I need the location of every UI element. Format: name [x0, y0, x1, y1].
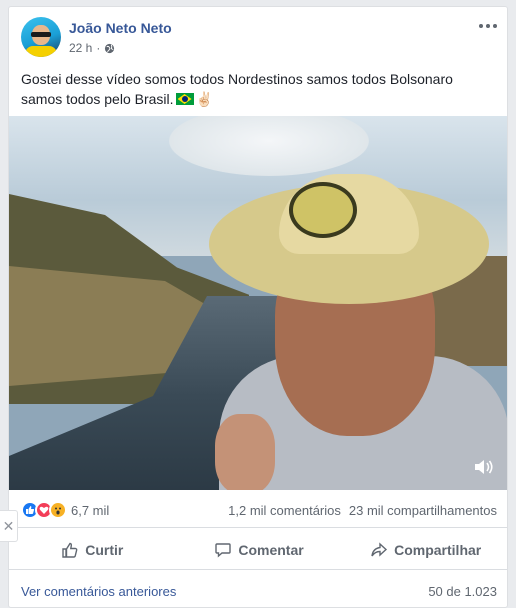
brazil-flag-icon	[175, 93, 194, 105]
like-label: Curtir	[85, 541, 124, 558]
reaction-count: 6,7 mil	[71, 502, 110, 518]
volume-icon[interactable]	[473, 458, 495, 476]
close-icon[interactable]: ✕	[0, 510, 18, 542]
like-button[interactable]: Curtir	[9, 530, 176, 569]
video-player[interactable]	[9, 116, 507, 490]
wow-reaction-icon	[49, 501, 67, 519]
post-text: Gostei desse vídeo somos todos Nordestin…	[9, 69, 507, 115]
reactions-summary[interactable]: 6,7 mil	[21, 501, 109, 519]
previous-comments-link[interactable]: Ver comentários anteriores	[21, 584, 176, 599]
post-stats: 6,7 mil 1,2 mil comentários 23 mil compa…	[9, 490, 507, 528]
globe-icon[interactable]	[104, 43, 115, 54]
author-name[interactable]: João Neto Neto	[69, 20, 172, 36]
share-button[interactable]: Compartilhar	[342, 530, 507, 569]
comment-button[interactable]: Comentar	[176, 530, 343, 569]
shares-count[interactable]: 23 mil compartilhamentos	[349, 503, 497, 518]
comments-footer: Ver comentários anteriores 50 de 1.023	[9, 580, 507, 604]
post-card: João Neto Neto 22 h · Gostei desse vídeo…	[8, 6, 508, 608]
post-meta: 22 h ·	[69, 41, 115, 55]
comment-icon	[215, 542, 232, 558]
avatar[interactable]	[21, 17, 61, 57]
share-label: Compartilhar	[394, 541, 482, 558]
comment-label: Comentar	[238, 541, 304, 558]
post-text-body: Gostei desse vídeo somos todos Nordestin…	[21, 71, 453, 107]
post-header: João Neto Neto 22 h ·	[9, 7, 507, 69]
share-icon	[371, 541, 388, 557]
more-options-icon[interactable]	[477, 19, 499, 33]
peace-hand-emoji: ✌🏻	[195, 91, 213, 107]
comments-pagination: 50 de 1.023	[428, 584, 497, 599]
engagement-counts: 1,2 mil comentários 23 mil compartilhame…	[228, 503, 497, 518]
thumbs-up-icon	[62, 542, 78, 558]
post-time[interactable]: 22 h	[69, 41, 92, 55]
comments-count[interactable]: 1,2 mil comentários	[228, 503, 341, 518]
post-actions: Curtir Comentar Compartilhar	[9, 530, 507, 570]
